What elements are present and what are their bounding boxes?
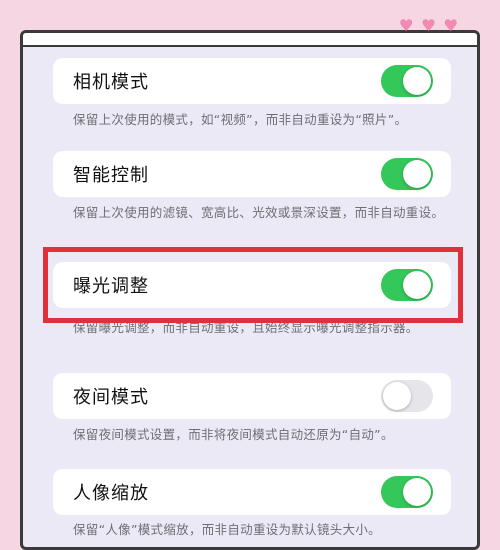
camera-mode-description: 保留上次使用的模式，如“视频”，而非自动重设为“照片”。 — [73, 112, 408, 127]
toggle-knob — [403, 67, 431, 95]
smart-control-row[interactable]: 智能控制 — [53, 151, 451, 197]
smart-control-description: 保留上次使用的滤镜、宽高比、光效或景深设置，而非自动重设。 — [73, 205, 445, 220]
window-top-bar — [23, 33, 477, 47]
portrait-zoom-row[interactable]: 人像缩放 — [53, 469, 451, 515]
night-mode-toggle[interactable] — [381, 380, 433, 412]
toggle-knob — [403, 271, 431, 299]
camera-mode-label: 相机模式 — [73, 72, 149, 93]
toggle-knob — [403, 478, 431, 506]
portrait-zoom-toggle[interactable] — [381, 476, 433, 508]
heart-icon: ♥ — [443, 16, 460, 35]
toggle-knob — [403, 160, 431, 188]
night-mode-row[interactable]: 夜间模式 — [53, 373, 451, 419]
smart-control-toggle[interactable] — [381, 158, 433, 190]
night-mode-description: 保留夜间模式设置，而非将夜间模式自动还原为“自动”。 — [73, 427, 394, 442]
camera-mode-toggle[interactable] — [381, 65, 433, 97]
exposure-adjust-label: 曝光调整 — [73, 276, 149, 297]
settings-window: 相机模式 保留上次使用的模式，如“视频”，而非自动重设为“照片”。 智能控制 保… — [20, 30, 480, 550]
portrait-zoom-label: 人像缩放 — [73, 483, 149, 504]
heart-icon: ♥ — [398, 16, 416, 35]
smart-control-label: 智能控制 — [73, 165, 149, 186]
exposure-adjust-row[interactable]: 曝光调整 — [53, 262, 451, 308]
night-mode-label: 夜间模式 — [73, 387, 149, 408]
camera-mode-row[interactable]: 相机模式 — [53, 58, 451, 104]
heart-icon: ♥ — [421, 16, 438, 35]
exposure-adjust-toggle[interactable] — [381, 269, 433, 301]
hearts-decoration: ♥ ♥ ♥ — [399, 16, 460, 35]
exposure-adjust-description: 保留曝光调整，而非自动重设，且始终显示曝光调整指示器。 — [73, 320, 419, 335]
toggle-knob — [383, 382, 411, 410]
portrait-zoom-description: 保留“人像”模式缩放，而非自动重设为默认镜头大小。 — [73, 522, 381, 537]
